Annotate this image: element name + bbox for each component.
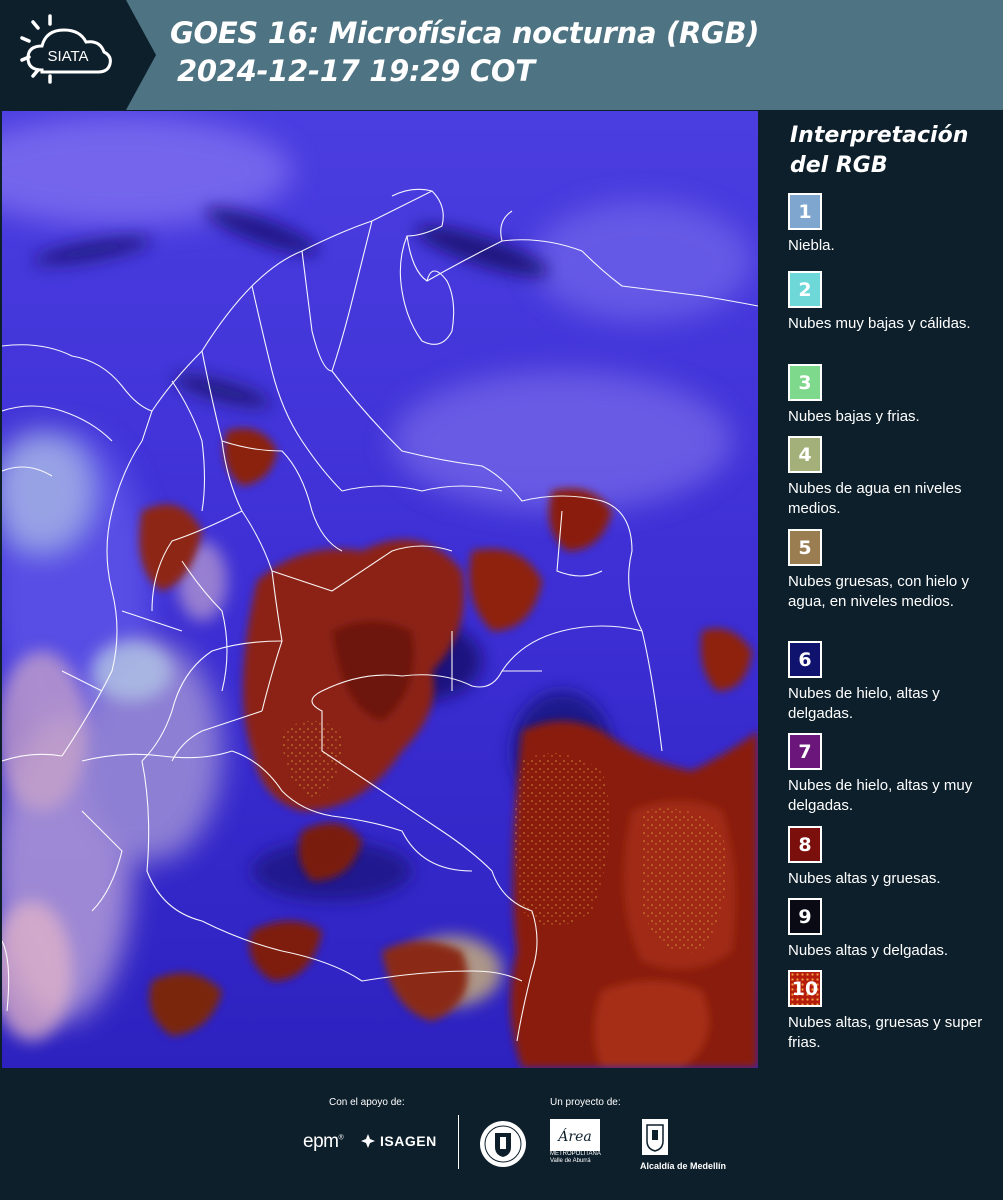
legend-swatch: 9 — [788, 898, 822, 935]
isagen-logo: ISAGEN — [360, 1133, 437, 1149]
legend-label: Nubes de hielo, altas y delgadas. — [788, 685, 940, 722]
title-product: GOES 16: Microfísica nocturna (RGB) — [170, 16, 760, 50]
legend-swatch: 10 — [788, 970, 822, 1007]
legend-label: Nubes de hielo, altas y muy delgadas. — [788, 777, 973, 814]
legend-label: Nubes altas y gruesas. — [788, 870, 941, 887]
legend-item-7: 7 Nubes de hielo, altas y muy delgadas. — [788, 733, 998, 816]
legend-title: Interpretación del RGB — [790, 121, 968, 181]
siata-logo-text: SIATA — [47, 48, 88, 65]
legend-label: Nubes gruesas, con hielo y agua, en nive… — [788, 573, 969, 610]
legend-swatch: 6 — [788, 641, 822, 678]
rgb-legend: Interpretación del RGB 1 Niebla. 2 Nubes… — [762, 111, 1003, 1069]
legend-item-9: 9 Nubes altas y delgadas. — [788, 898, 998, 961]
legend-label: Nubes altas y delgadas. — [788, 942, 949, 959]
footer-divider — [458, 1115, 459, 1169]
area-caption: METROPOLITANA Valle de Aburrá — [550, 1151, 601, 1164]
legend-swatch: 3 — [788, 364, 822, 401]
area-logo-mark: Área — [550, 1119, 600, 1151]
epm-logo: epm® — [303, 1131, 344, 1152]
project-label: Un proyecto de: — [550, 1097, 621, 1108]
siata-logo: SIATA — [0, 0, 160, 110]
isagen-icon — [361, 1134, 375, 1148]
legend-label: Nubes altas, gruesas y super frias. — [788, 1014, 983, 1051]
medellin-seal-icon — [480, 1121, 526, 1167]
legend-swatch: 7 — [788, 733, 822, 770]
support-label: Con el apoyo de: — [329, 1097, 405, 1108]
alcaldia-caption: Alcaldía de Medellín — [640, 1161, 727, 1171]
legend-item-6: 6 Nubes de hielo, altas y delgadas. — [788, 641, 998, 724]
legend-item-2: 2 Nubes muy bajas y cálidas. — [788, 271, 998, 334]
legend-item-4: 4 Nubes de agua en niveles medios. — [788, 436, 998, 519]
legend-item-3: 3 Nubes bajas y frias. — [788, 364, 998, 427]
legend-swatch: 1 — [788, 193, 822, 230]
alcaldia-shield-icon — [642, 1119, 668, 1155]
footer-sponsors: Con el apoyo de: Un proyecto de: epm® IS… — [0, 1069, 1003, 1200]
legend-item-1: 1 Niebla. — [788, 193, 998, 256]
legend-item-5: 5 Nubes gruesas, con hielo y agua, en ni… — [788, 529, 998, 612]
svg-text:Área: Área — [556, 1127, 591, 1145]
legend-title-line1: Interpretación — [790, 123, 969, 148]
legend-label: Nubes de agua en niveles medios. — [788, 480, 962, 517]
legend-title-line2: del RGB — [790, 153, 888, 178]
legend-label: Niebla. — [788, 237, 835, 254]
title-timestamp: 2024-12-17 19:29 COT — [177, 54, 535, 88]
header-bar: SIATA GOES 16: Microfísica nocturna (RGB… — [0, 0, 1003, 110]
legend-swatch: 2 — [788, 271, 822, 308]
legend-label: Nubes muy bajas y cálidas. — [788, 315, 971, 332]
legend-label: Nubes bajas y frias. — [788, 408, 920, 425]
legend-item-8: 8 Nubes altas y gruesas. — [788, 826, 998, 889]
legend-swatch: 4 — [788, 436, 822, 473]
legend-swatch: 8 — [788, 826, 822, 863]
satellite-rgb-map — [2, 111, 758, 1068]
legend-item-10: 10 Nubes altas, gruesas y super frias. — [788, 970, 998, 1053]
page-title: GOES 16: Microfísica nocturna (RGB) 2024… — [170, 14, 760, 90]
legend-swatch: 5 — [788, 529, 822, 566]
